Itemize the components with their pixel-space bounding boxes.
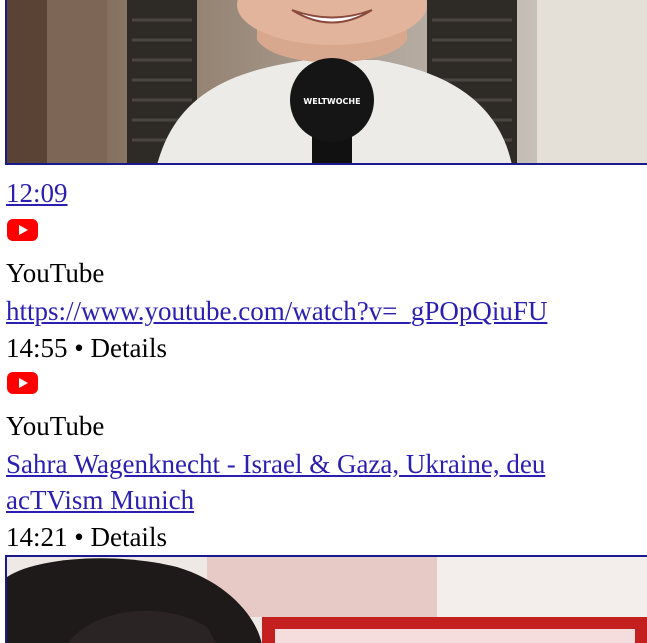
activity-meta: 14:21 • Details bbox=[6, 521, 167, 553]
video-thumbnail[interactable] bbox=[5, 555, 647, 643]
source-label: YouTube bbox=[6, 411, 105, 441]
video-url-row[interactable]: https://www.youtube.com/watch?v=_gPOpQiu… bbox=[6, 295, 547, 327]
video-title-link[interactable]: Sahra Wagenknecht - Israel & Gaza, Ukrai… bbox=[6, 449, 545, 479]
microphone-brand-text: WELTWOCHE bbox=[303, 97, 360, 106]
thumbnail-image: WELTWOCHE bbox=[7, 0, 647, 163]
meta-separator: • bbox=[74, 522, 84, 552]
source-label: YouTube bbox=[6, 258, 105, 288]
video-duration-link[interactable]: 12:09 bbox=[6, 178, 68, 208]
video-thumbnail[interactable]: WELTWOCHE bbox=[5, 0, 647, 165]
channel-row[interactable]: acTVism Munich bbox=[6, 484, 194, 516]
details-link[interactable]: Details bbox=[90, 522, 166, 552]
channel-link[interactable]: acTVism Munich bbox=[6, 485, 194, 515]
video-url-link[interactable]: https://www.youtube.com/watch?v=_gPOpQiu… bbox=[6, 296, 547, 326]
video-title-row[interactable]: Sahra Wagenknecht - Israel & Gaza, Ukrai… bbox=[6, 448, 545, 480]
youtube-play-icon bbox=[7, 372, 38, 394]
video-duration-row[interactable]: 12:09 bbox=[6, 177, 68, 209]
youtube-play-icon bbox=[7, 219, 38, 241]
meta-separator: • bbox=[74, 333, 84, 363]
activity-time: 14:21 bbox=[6, 522, 68, 552]
activity-meta: 14:55 • Details bbox=[6, 332, 167, 364]
activity-time: 14:55 bbox=[6, 333, 68, 363]
thumbnail-image bbox=[7, 557, 647, 643]
details-link[interactable]: Details bbox=[90, 333, 166, 363]
